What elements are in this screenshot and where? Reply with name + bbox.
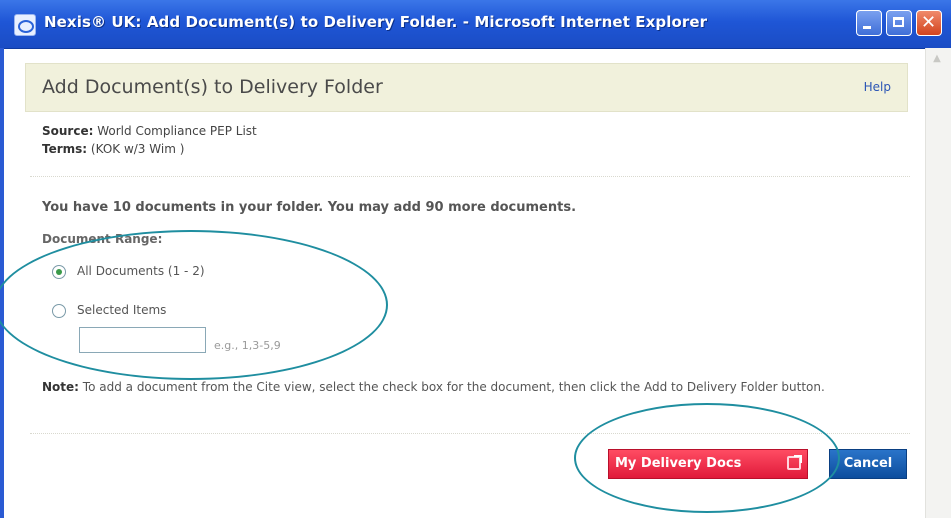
scroll-up-arrow-icon[interactable]: ▲ (928, 50, 946, 68)
document-range-label: Document Range: (42, 232, 163, 246)
note-body: To add a document from the Cite view, se… (82, 380, 825, 394)
divider (30, 176, 910, 177)
divider (30, 433, 910, 434)
all-documents-label[interactable]: All Documents (1 - 2) (77, 264, 205, 278)
window-titlebar[interactable]: Nexis® UK: Add Document(s) to Delivery F… (0, 0, 951, 49)
source-line: Source: World Compliance PEP List (42, 124, 257, 138)
terms-value: (KOK w/3 Wim ) (90, 142, 185, 156)
terms-line: Terms: (KOK w/3 Wim ) (42, 142, 184, 156)
minimize-button[interactable] (856, 10, 882, 36)
note-label: Note: (42, 380, 79, 394)
dialog-header: Add Document(s) to Delivery Folder Help (25, 63, 908, 112)
all-documents-radio[interactable] (52, 265, 66, 279)
my-delivery-docs-label: My Delivery Docs (615, 456, 742, 471)
selected-items-radio[interactable] (52, 304, 66, 318)
terms-label: Terms: (42, 142, 88, 156)
my-delivery-docs-button[interactable]: My Delivery Docs (608, 449, 808, 479)
help-link[interactable]: Help (864, 80, 891, 94)
vertical-scrollbar[interactable] (925, 48, 951, 518)
maximize-icon (893, 17, 904, 27)
internet-explorer-icon (14, 14, 36, 36)
selected-items-hint: e.g., 1,3-5,9 (214, 339, 281, 352)
selected-items-label[interactable]: Selected Items (77, 303, 166, 317)
window-border (0, 48, 4, 518)
close-icon: ✕ (921, 12, 937, 33)
folder-count-message: You have 10 documents in your folder. Yo… (42, 200, 577, 215)
note-text: Note: To add a document from the Cite vi… (42, 378, 907, 396)
selected-items-input[interactable] (79, 327, 206, 353)
minimize-icon (863, 26, 871, 29)
window-title: Nexis® UK: Add Document(s) to Delivery F… (44, 13, 708, 31)
page-title: Add Document(s) to Delivery Folder (42, 76, 383, 98)
maximize-button[interactable] (886, 10, 912, 36)
close-button[interactable]: ✕ (916, 10, 942, 36)
external-link-icon (787, 455, 802, 470)
source-label: Source: (42, 124, 94, 138)
cancel-button[interactable]: Cancel (829, 449, 907, 479)
source-value: World Compliance PEP List (97, 124, 257, 138)
